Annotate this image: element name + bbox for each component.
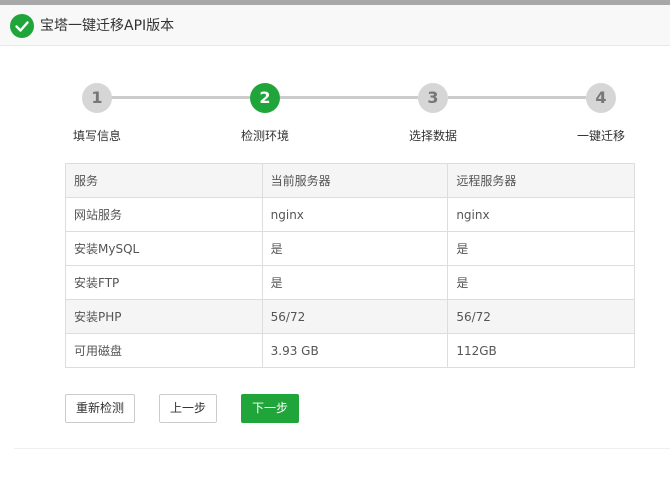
table-row: 网站服务 nginx nginx	[65, 197, 635, 232]
table-row: 安装PHP 56/72 56/72	[65, 299, 635, 334]
step-3-circle: 3	[418, 83, 448, 113]
table-cell: 是	[447, 265, 635, 300]
table-cell: 是	[261, 231, 449, 266]
check-circle-icon	[10, 14, 34, 38]
table-cell: 网站服务	[65, 197, 263, 232]
step-connector	[448, 96, 586, 99]
column-header-current-server: 当前服务器	[261, 163, 449, 198]
table-cell: 56/72	[261, 299, 449, 334]
column-header-remote-server: 远程服务器	[447, 163, 635, 198]
dialog-header: 宝塔一键迁移API版本	[0, 5, 670, 46]
recheck-button[interactable]: 重新检测	[65, 394, 135, 423]
table-cell: 56/72	[447, 299, 635, 334]
column-header-service: 服务	[65, 163, 263, 198]
step-connector	[280, 96, 418, 99]
step-4-label: 一键迁移	[577, 129, 626, 143]
table-cell: 112GB	[447, 333, 635, 368]
step-4-circle: 4	[586, 83, 616, 113]
step-3-label: 选择数据	[409, 129, 458, 143]
table-header-row: 服务 当前服务器 远程服务器	[65, 163, 635, 198]
step-1-label: 填写信息	[73, 129, 122, 143]
table-cell: 安装MySQL	[65, 231, 263, 266]
step-progress: 1 2 3 4 填写信息 检测环境 选择数据 一键迁移	[0, 80, 670, 150]
footer-divider	[14, 448, 670, 449]
dialog-title: 宝塔一键迁移API版本	[40, 18, 175, 34]
step-2-label: 检测环境	[241, 129, 290, 143]
table-row: 安装MySQL 是 是	[65, 231, 635, 266]
table-cell: 安装FTP	[65, 265, 263, 300]
table-row: 可用磁盘 3.93 GB 112GB	[65, 333, 635, 368]
table-cell: 是	[261, 265, 449, 300]
step-1-circle: 1	[82, 83, 112, 113]
table-cell: nginx	[447, 197, 635, 232]
previous-step-button[interactable]: 上一步	[159, 394, 217, 423]
step-2-circle: 2	[250, 83, 280, 113]
table-cell: nginx	[261, 197, 449, 232]
step-connector	[111, 96, 250, 99]
table-row: 安装FTP 是 是	[65, 265, 635, 300]
table-cell: 安装PHP	[65, 299, 263, 334]
next-step-button[interactable]: 下一步	[241, 394, 299, 423]
table-cell: 3.93 GB	[261, 333, 449, 368]
environment-table: 服务 当前服务器 远程服务器 网站服务 nginx nginx 安装MySQL …	[65, 163, 635, 368]
table-cell: 是	[447, 231, 635, 266]
table-cell: 可用磁盘	[65, 333, 263, 368]
